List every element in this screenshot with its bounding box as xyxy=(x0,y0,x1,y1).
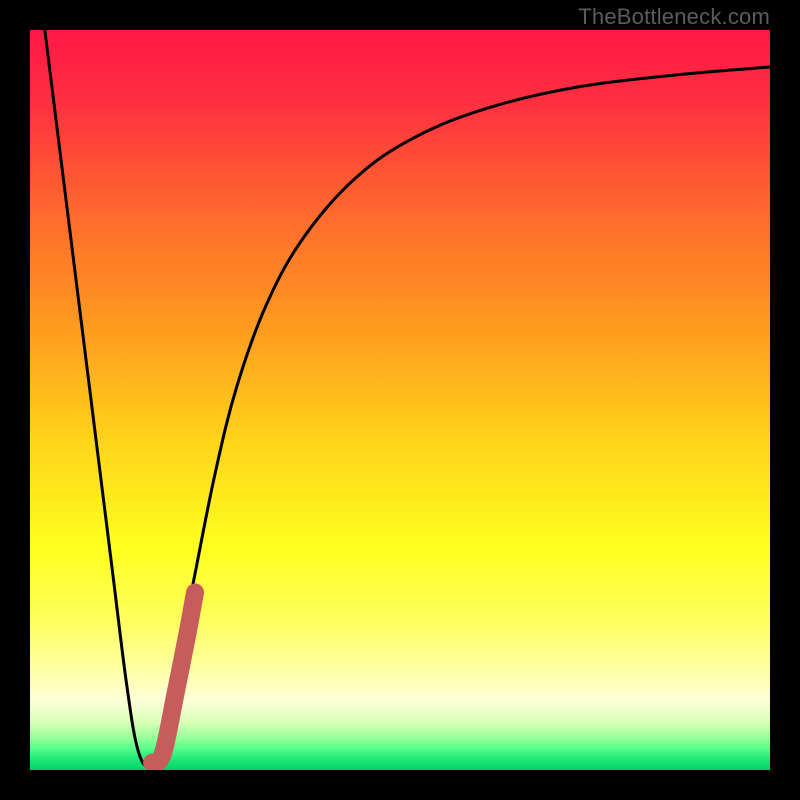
bottleneck-curve xyxy=(45,30,770,766)
watermark-text: TheBottleneck.com xyxy=(578,4,770,30)
curves-layer xyxy=(30,30,770,770)
marker-segment xyxy=(152,592,195,762)
plot-area xyxy=(30,30,770,770)
chart-frame: TheBottleneck.com xyxy=(0,0,800,800)
